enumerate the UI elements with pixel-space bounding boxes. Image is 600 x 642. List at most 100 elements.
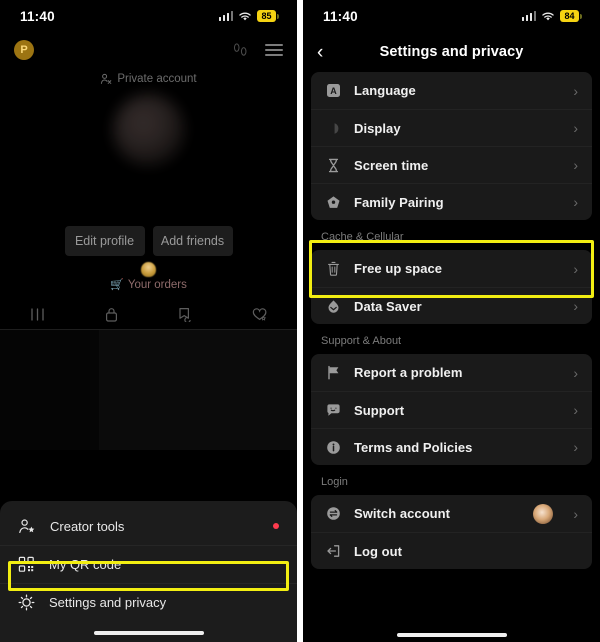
sidebar-item-switch-account[interactable]: Switch account › <box>311 495 592 532</box>
grid-cell <box>98 330 198 450</box>
sidebar-item-private[interactable] <box>74 299 148 329</box>
settings-group-cache-cellular: Free up space › Data Saver › <box>311 250 592 324</box>
row-label: Support <box>354 402 405 418</box>
settings-group-login: Switch account › Log out <box>311 495 592 569</box>
header-icon-group <box>232 42 283 58</box>
settings-group-general: A Language › Display › Screen time › Fam… <box>311 72 592 220</box>
sidebar-item-support[interactable]: Support › <box>311 391 592 428</box>
gear-icon <box>18 594 35 611</box>
sidebar-item-report-a-problem[interactable]: Report a problem › <box>311 354 592 391</box>
sidebar-item-posts[interactable] <box>0 299 74 329</box>
private-person-icon <box>101 73 112 84</box>
chat-bubble-icon <box>325 402 341 418</box>
chevron-right-icon: › <box>573 82 578 99</box>
wifi-icon <box>239 12 251 20</box>
row-label: Language <box>354 83 416 98</box>
section-header-cache-cellular: Cache & Cellular <box>303 220 600 250</box>
grid-cell <box>0 330 99 450</box>
notification-badge-dot <box>273 523 279 529</box>
your-orders-label: Your orders <box>127 278 187 291</box>
trash-icon <box>325 261 341 277</box>
chevron-right-icon: › <box>573 120 578 136</box>
orders-label-row: 🛒 Your orders <box>0 278 297 292</box>
settings-group-support-about: Report a problem › Support › Terms and P… <box>311 354 592 465</box>
sidebar-item-language[interactable]: A Language › <box>311 72 592 109</box>
battery-indicator: 84 <box>560 10 582 22</box>
sidebar-item-data-saver[interactable]: Data Saver › <box>311 287 592 324</box>
hamburger-menu-icon[interactable] <box>265 44 283 56</box>
sidebar-item-my-qr-code[interactable]: My QR code <box>0 545 297 583</box>
wifi-icon <box>542 12 554 20</box>
qr-code-icon <box>18 556 34 572</box>
logout-icon <box>325 543 341 559</box>
profile-tab-bar <box>0 299 297 329</box>
section-header-support-about: Support & About <box>303 324 600 354</box>
settings-nav-bar: ‹ Settings and privacy <box>303 32 600 72</box>
sidebar-item-creator-tools[interactable]: Creator tools <box>0 507 297 545</box>
profile-badge-icon[interactable]: P <box>14 40 34 60</box>
battery-level: 84 <box>560 10 579 22</box>
add-friends-button[interactable]: Add friends <box>152 226 233 256</box>
sheet-item-label: Settings and privacy <box>49 595 167 610</box>
left-status-bar: 11:40 85 <box>0 0 297 32</box>
sidebar-item-screen-time[interactable]: Screen time › <box>311 146 592 183</box>
chevron-right-icon: › <box>573 157 578 173</box>
profile-bottom-sheet: Creator tools My QR code Settings and pr… <box>0 501 297 642</box>
switch-arrows-icon <box>325 506 341 522</box>
flag-icon <box>325 365 341 381</box>
edit-profile-button[interactable]: Edit profile <box>64 226 145 256</box>
home-indicator <box>93 631 204 635</box>
right-phone-settings-screen: 11:40 84 ‹ Settings and privacy A Langua… <box>303 0 600 642</box>
chevron-right-icon: › <box>573 505 578 522</box>
footprints-icon[interactable] <box>232 42 249 58</box>
right-status-bar: 11:40 84 <box>303 0 600 32</box>
status-indicators: 84 <box>521 10 582 22</box>
profile-avatar-wrap <box>0 94 297 166</box>
sidebar-item-reposts[interactable] <box>149 299 223 329</box>
sidebar-item-log-out[interactable]: Log out <box>311 532 592 569</box>
sidebar-item-display[interactable]: Display › <box>311 109 592 146</box>
profile-header: P <box>0 32 297 68</box>
sidebar-item-family-pairing[interactable]: Family Pairing › <box>311 183 592 220</box>
profile-grid-placeholder <box>0 330 297 450</box>
language-letter-a-icon: A <box>325 83 341 99</box>
left-phone-profile-screen: 11:40 85 P Private account Edit profile … <box>0 0 297 642</box>
sidebar-item-free-up-space[interactable]: Free up space › <box>311 250 592 287</box>
moon-display-icon <box>325 120 341 136</box>
svg-text:A: A <box>330 86 337 96</box>
private-account-label: Private account <box>117 73 197 85</box>
repost-icon <box>179 307 191 322</box>
account-avatar[interactable] <box>533 503 554 524</box>
page-title: Settings and privacy <box>379 44 524 60</box>
your-orders-section[interactable]: 🛒 Your orders <box>0 262 297 291</box>
row-label: Free up space <box>354 261 443 276</box>
cellular-bars-icon <box>218 11 233 21</box>
chevron-right-icon: › <box>573 260 578 277</box>
droplet-icon <box>325 298 341 314</box>
sidebar-item-terms-and-policies[interactable]: Terms and Policies › <box>311 428 592 465</box>
battery-cap <box>580 13 582 19</box>
username-redacted <box>124 38 180 58</box>
row-label: Screen time <box>354 157 429 173</box>
home-indicator <box>396 633 507 637</box>
hourglass-icon <box>325 157 341 173</box>
status-clock: 11:40 <box>323 8 358 24</box>
battery-indicator: 85 <box>257 10 279 22</box>
section-header-login: Login <box>303 465 600 495</box>
person-star-icon <box>19 518 35 533</box>
sidebar-item-liked[interactable] <box>223 299 297 329</box>
chevron-left-icon[interactable]: ‹ <box>317 43 323 62</box>
chevron-right-icon: › <box>573 402 578 418</box>
row-label: Switch account <box>354 506 451 521</box>
row-label: Family Pairing <box>354 194 444 210</box>
heart-icon <box>252 307 267 321</box>
shopping-cart-icon: 🛒 <box>110 279 124 291</box>
row-label: Data Saver <box>354 298 422 314</box>
grid-icon <box>30 307 44 321</box>
battery-cap <box>277 13 279 19</box>
row-label: Terms and Policies <box>354 439 473 455</box>
avatar[interactable] <box>112 94 185 166</box>
sidebar-item-settings-and-privacy[interactable]: Settings and privacy <box>0 583 297 621</box>
display-name-redacted <box>58 174 239 220</box>
chevron-right-icon: › <box>573 298 578 314</box>
